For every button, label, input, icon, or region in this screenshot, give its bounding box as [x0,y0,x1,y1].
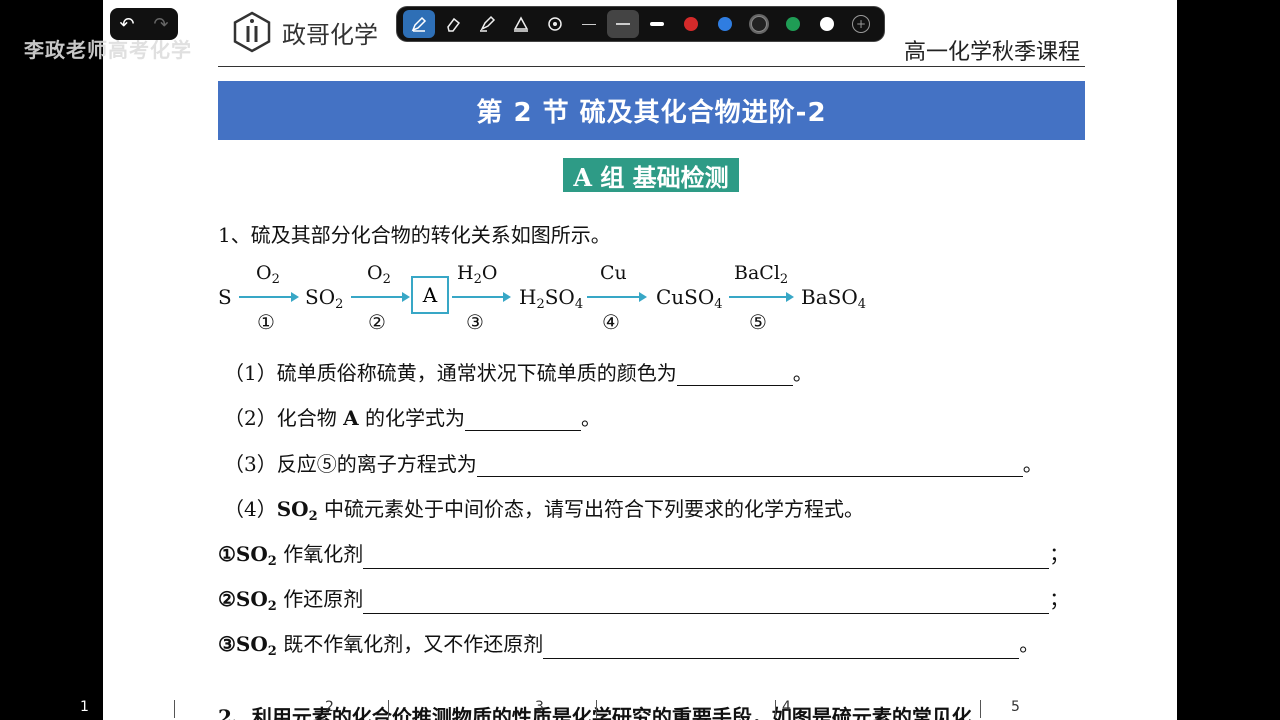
color-black[interactable] [743,10,775,38]
course-title: 高一化学秋季课程 [903,40,1080,65]
annotation-toolbar: + [397,7,884,41]
species-cuso4: CuSO4 [656,285,723,312]
answer-blank-1[interactable] [676,363,793,386]
species-h2so4: H2SO4 [519,285,584,312]
highlighter-icon[interactable] [471,10,503,38]
color-green[interactable] [777,10,809,38]
plus-icon: + [852,15,870,33]
page-numbers: 1 2 3 4 5 6 [0,697,1280,720]
arrow-5 [729,292,794,302]
color-blue[interactable] [709,10,741,38]
sub-question-1: （1）硫单质俗称硫黄，通常状况下硫单质的颜色为。 [224,361,813,386]
page-number-3[interactable]: 3 [535,699,544,715]
answer-blank-2[interactable] [464,408,581,431]
arrow-2 [351,292,410,302]
line-width-thin[interactable] [573,10,605,38]
line-width-thick[interactable] [641,10,673,38]
reagent-1: O2 [256,262,280,287]
redo-icon[interactable]: ↷ [153,14,168,35]
logo: 政哥化学 [230,10,378,54]
answer-blank-5[interactable] [363,591,1050,614]
sub-item-2: ②SO2 作还原剂； [218,587,1070,614]
lasso-icon[interactable] [539,10,571,38]
page-number-5[interactable]: 5 [1011,699,1020,715]
step-number-5: ⑤ [749,310,767,334]
unknown-compound-box: A [411,276,449,314]
color-white[interactable] [811,10,843,38]
page-number-4[interactable]: 4 [782,699,791,715]
page-number-2[interactable]: 2 [325,699,334,715]
eraser-icon[interactable] [437,10,469,38]
fill-icon[interactable] [505,10,537,38]
arrow-1 [239,292,299,302]
species-baso4: BaSO4 [801,285,866,312]
color-red[interactable] [675,10,707,38]
sub-question-3: （3）反应⑤的离子方程式为。 [224,452,1043,477]
section-title: 第 2 节 硫及其化合物进阶-2 [218,81,1085,140]
answer-blank-4[interactable] [363,546,1050,569]
sub-question-4: （4）SO2 中硫元素处于中间价态，请写出符合下列要求的化学方程式。 [224,497,865,524]
pen-icon[interactable] [403,10,435,38]
sub-item-3: ③SO2 既不作氧化剂，又不作还原剂。 [218,632,1040,659]
species-s: S [218,285,232,309]
arrow-3 [452,292,511,302]
line-width-medium[interactable] [607,10,639,38]
answer-blank-3[interactable] [476,454,1023,477]
logo-hexagon-icon [233,11,271,53]
page-number-6[interactable]: 6 [1162,699,1171,715]
answer-blank-6[interactable] [543,636,1020,659]
page-number-1[interactable]: 1 [80,699,89,715]
question-1-stem: 1、硫及其部分化合物的转化关系如图所示。 [218,223,611,247]
reagent-2: O2 [367,262,391,287]
more-colors-button[interactable]: + [845,10,877,38]
species-so2: SO2 [305,285,344,312]
undo-icon[interactable]: ↶ [119,14,134,35]
step-number-2: ② [368,310,386,334]
sub-question-2: （2）化合物 A 的化学式为。 [224,406,601,431]
step-number-4: ④ [602,310,620,334]
step-number-1: ① [257,310,275,334]
header-divider [218,66,1085,67]
arrow-4 [587,292,647,302]
logo-text: 政哥化学 [282,20,378,49]
reagent-3: H2O [457,262,498,287]
step-number-3: ③ [466,310,484,334]
reagent-5: BaCl2 [734,262,789,287]
reagent-4: Cu [600,262,627,284]
group-badge: A 组 基础检测 [563,158,739,192]
sub-item-1: ①SO2 作氧化剂； [218,542,1070,569]
undo-redo-group: ↶ ↷ [110,8,178,40]
